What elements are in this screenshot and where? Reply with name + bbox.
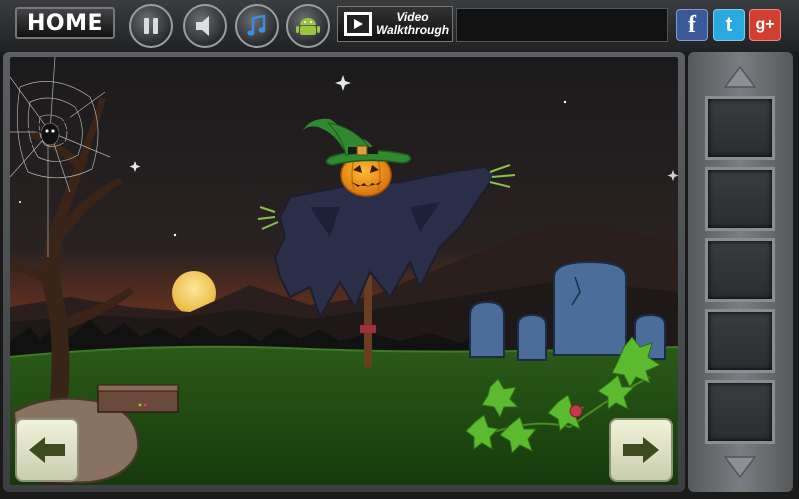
music-button[interactable] [235, 4, 279, 48]
inventory-slot-1[interactable] [705, 96, 775, 160]
android-icon [296, 18, 320, 35]
home-button[interactable]: HOME [15, 7, 115, 39]
inventory-scroll-up-button[interactable] [705, 62, 775, 92]
facebook-icon: f [688, 11, 696, 38]
video-walkthrough-label: Video Walkthrough [375, 10, 450, 37]
inventory-panel [688, 52, 793, 492]
inventory-slot-2[interactable] [705, 167, 775, 231]
music-note-icon [247, 14, 266, 36]
left-nav-button[interactable] [15, 418, 79, 482]
inventory-slot-5[interactable] [705, 380, 775, 444]
small-box [97, 384, 179, 413]
inventory-scroll-down-button[interactable] [705, 452, 775, 482]
ad-banner-slot [456, 8, 668, 42]
twitter-icon: t [725, 13, 733, 36]
triangle-down-icon [723, 456, 757, 479]
game-scene [10, 57, 678, 485]
film-icon [344, 12, 372, 36]
speaker-icon [196, 16, 209, 36]
googleplus-icon: g+ [755, 16, 775, 33]
inventory-slot-3[interactable] [705, 238, 775, 302]
sound-button[interactable] [183, 4, 227, 48]
triangle-up-icon [723, 65, 757, 88]
android-button[interactable] [286, 4, 330, 48]
graveyard-scene [10, 57, 678, 485]
top-toolbar: HOME Video Walkthrough f t g+ [0, 0, 799, 52]
googleplus-button[interactable]: g+ [749, 9, 781, 41]
video-walkthrough-button[interactable]: Video Walkthrough [337, 6, 453, 42]
arrow-left-icon [29, 437, 65, 463]
pause-icon [144, 18, 158, 34]
right-nav-button[interactable] [609, 418, 673, 482]
arrow-right-icon [623, 437, 659, 463]
inventory-slot-4[interactable] [705, 309, 775, 373]
twitter-button[interactable]: t [713, 9, 745, 41]
pause-button[interactable] [129, 4, 173, 48]
facebook-button[interactable]: f [676, 9, 708, 41]
